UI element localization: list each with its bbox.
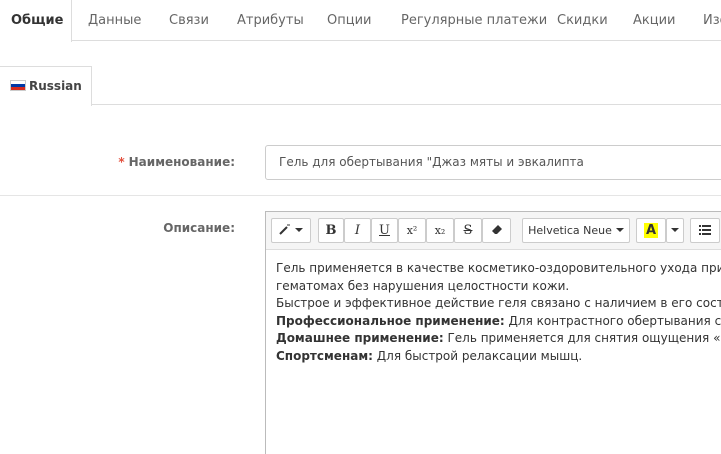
unordered-list-button[interactable] <box>690 218 720 243</box>
subscript-button[interactable]: x₂ <box>426 218 454 243</box>
magic-wand-icon <box>279 224 290 235</box>
description-label: Описание: <box>163 221 235 235</box>
tab-data[interactable]: Данные <box>88 0 141 41</box>
strikethrough-button[interactable]: S <box>454 218 482 243</box>
bold-button[interactable]: B <box>318 218 344 243</box>
section-divider <box>0 195 721 196</box>
font-name-value: Helvetica Neue <box>528 224 612 237</box>
color-button[interactable]: A <box>636 218 666 243</box>
font-name-dropdown[interactable]: Helvetica Neue <box>522 218 630 243</box>
tab-general[interactable]: Общие <box>0 0 72 42</box>
tab-discounts[interactable]: Скидки <box>557 0 608 41</box>
name-input[interactable]: Гель для обертывания "Джаз мяты и эвкали… <box>265 145 721 180</box>
language-tabs: Russian <box>0 66 721 106</box>
clear-format-button[interactable] <box>482 218 511 243</box>
style-button[interactable] <box>271 218 311 243</box>
russia-flag-icon <box>10 80 26 91</box>
eraser-icon <box>491 225 502 234</box>
underline-button[interactable]: U <box>371 218 398 243</box>
content-line-2: гематомах без нарушения целостности кожи… <box>276 278 570 293</box>
color-dropdown-button[interactable] <box>666 218 684 243</box>
tab-images[interactable]: Изо <box>703 0 721 41</box>
required-mark: * <box>118 155 125 169</box>
superscript-button[interactable]: x² <box>398 218 426 243</box>
italic-button[interactable]: I <box>344 218 371 243</box>
tab-options[interactable]: Опции <box>327 0 371 41</box>
editor-content[interactable]: Гель применяется в качестве косметико-оз… <box>276 260 721 365</box>
unordered-list-icon <box>699 225 711 235</box>
content-line-1: Гель применяется в качестве косметико-оз… <box>276 261 721 275</box>
tab-attributes[interactable]: Атрибуты <box>237 0 304 41</box>
tab-recurring[interactable]: Регулярные платежи <box>401 0 547 41</box>
content-line-3: Быстрое и эффективное действие геля связ… <box>276 296 721 310</box>
tab-specials[interactable]: Акции <box>633 0 676 41</box>
editor-toolbar: B I U x² x₂ S Helvetica Neue A <box>266 212 721 250</box>
content-line-4: Профессиональное применение: Для контрас… <box>276 313 721 328</box>
highlight-letter: A <box>643 223 659 238</box>
content-line-5: Домашнее применение: Гель применяется дл… <box>276 331 721 345</box>
name-label-text: Наименование: <box>128 155 235 169</box>
product-tabs: Общие Данные Связи Атрибуты Опции Регуля… <box>0 0 721 42</box>
name-label: * Наименование: <box>100 155 235 169</box>
language-tab-russian[interactable]: Russian <box>0 66 92 106</box>
description-editor[interactable]: B I U x² x₂ S Helvetica Neue A Гель прим… <box>265 211 721 454</box>
tab-links[interactable]: Связи <box>169 0 209 41</box>
language-label: Russian <box>29 79 82 93</box>
content-line-6: Спортсменам: Для быстрой релаксации мышц… <box>276 348 583 363</box>
